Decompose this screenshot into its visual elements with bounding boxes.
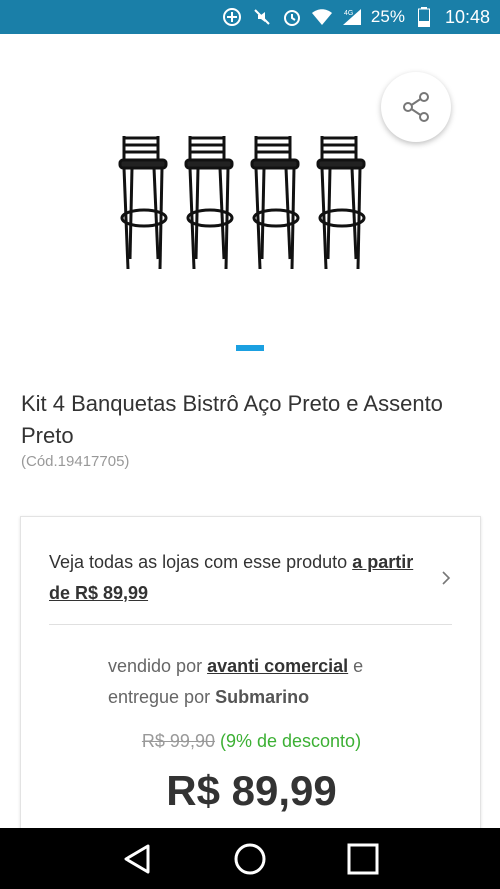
price-old-line: R$ 99,90 (9% de desconto): [21, 731, 482, 752]
back-button[interactable]: [117, 839, 157, 879]
signal-icon: 4G: [341, 6, 363, 28]
back-icon: [124, 844, 150, 873]
all-stores-text: Veja todas as lojas com esse produto: [49, 552, 353, 572]
mute-icon: [251, 6, 273, 28]
divider: [49, 624, 452, 625]
discount-label: (9% de desconto): [219, 731, 362, 751]
product-code: (Cód.19417705): [21, 453, 130, 470]
carousel-indicator[interactable]: [236, 345, 264, 351]
current-price: R$ 89,99: [166, 767, 337, 814]
share-icon: [403, 92, 429, 122]
home-button[interactable]: [230, 839, 270, 879]
chevron-right-icon[interactable]: [439, 569, 453, 587]
home-icon: [234, 843, 266, 874]
data-saver-icon: [221, 6, 243, 28]
recents-button[interactable]: [343, 839, 383, 879]
battery-icon: [413, 6, 435, 28]
wifi-icon: [311, 6, 333, 28]
old-price: R$ 99,90: [141, 731, 215, 751]
all-stores-link[interactable]: Veja todas as lojas com esse produto a p…: [49, 547, 419, 609]
recents-icon: [347, 843, 379, 874]
navigation-bar: [0, 828, 500, 889]
battery-percentage: 25%: [370, 7, 405, 26]
alarm-icon: [281, 6, 303, 28]
svg-text:4G: 4G: [344, 10, 353, 17]
sold-by-label: vendido por: [108, 656, 208, 676]
delivered-by-name: Submarino: [215, 687, 310, 707]
share-button[interactable]: [381, 72, 451, 142]
product-image[interactable]: [118, 134, 384, 274]
seller-link[interactable]: avanti comercial: [207, 656, 348, 676]
offer-card: Veja todas as lojas com esse produto a p…: [20, 516, 481, 856]
product-image-area: [0, 34, 500, 364]
status-bar: 4G 25% 10:48: [0, 0, 500, 34]
seller-info: vendido por avanti comercial e entregue …: [108, 651, 428, 713]
clock: 10:48: [444, 6, 490, 27]
product-title: Kit 4 Banquetas Bistrô Aço Preto e Assen…: [21, 391, 443, 448]
